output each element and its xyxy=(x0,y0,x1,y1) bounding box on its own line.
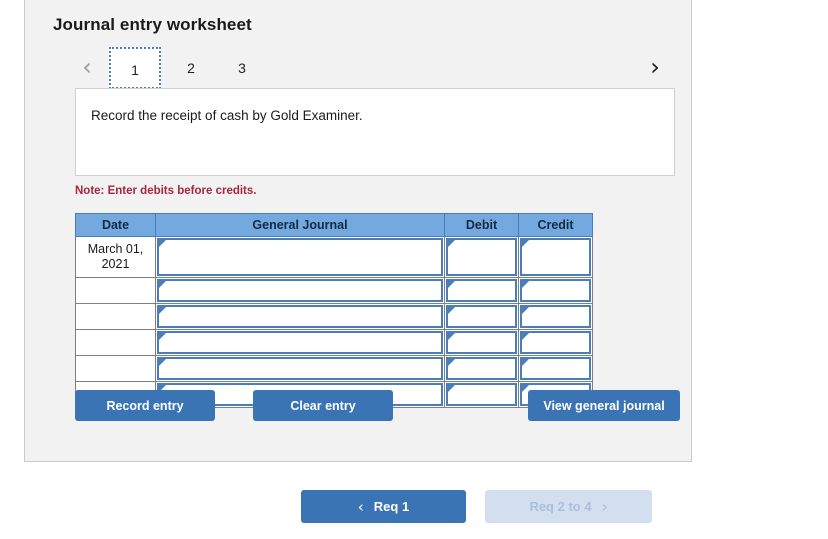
debit-cell xyxy=(444,381,519,408)
general-journal-input[interactable] xyxy=(157,331,443,354)
general-journal-cell xyxy=(155,303,445,330)
tab-3[interactable]: 3 xyxy=(216,47,268,89)
general-journal-cell xyxy=(155,236,445,278)
general-journal-input[interactable] xyxy=(157,238,443,276)
credit-cell xyxy=(518,277,593,304)
panel-content: Journal entry worksheet ‹ 1 2 3 › Record… xyxy=(53,0,680,461)
debit-input[interactable] xyxy=(446,383,517,406)
debit-input[interactable] xyxy=(446,238,517,276)
credit-input[interactable] xyxy=(520,305,591,328)
chevron-right-icon: › xyxy=(601,497,608,516)
debit-input[interactable] xyxy=(446,279,517,302)
general-journal-cell xyxy=(155,329,445,356)
instruction-text: Record the receipt of cash by Gold Exami… xyxy=(91,108,363,123)
credit-input[interactable] xyxy=(520,238,591,276)
table-row xyxy=(75,355,593,382)
general-journal-input[interactable] xyxy=(157,305,443,328)
column-header-date: Date xyxy=(75,213,156,237)
instruction-box: Record the receipt of cash by Gold Exami… xyxy=(75,88,675,176)
clear-entry-button[interactable]: Clear entry xyxy=(253,390,393,421)
credit-cell xyxy=(518,303,593,330)
debit-input[interactable] xyxy=(446,305,517,328)
column-header-general-journal: General Journal xyxy=(155,213,445,237)
general-journal-input[interactable] xyxy=(157,357,443,380)
req-2-to-4-button[interactable]: Req 2 to 4 › xyxy=(485,490,652,523)
tab-1[interactable]: 1 xyxy=(109,47,161,89)
debit-cell xyxy=(444,355,519,382)
debit-cell xyxy=(444,277,519,304)
debit-input[interactable] xyxy=(446,331,517,354)
requirement-navigation: ‹ Req 1 Req 2 to 4 › xyxy=(0,490,828,524)
worksheet-tab-strip: ‹ 1 2 3 › xyxy=(53,47,673,89)
tab-2[interactable]: 2 xyxy=(165,47,217,89)
debit-cell xyxy=(444,329,519,356)
chevron-left-icon: ‹ xyxy=(357,497,364,516)
credit-cell xyxy=(518,355,593,382)
column-header-debit: Debit xyxy=(444,213,519,237)
req-1-label: Req 1 xyxy=(373,499,410,514)
debit-cell xyxy=(444,236,519,278)
debits-before-credits-note: Note: Enter debits before credits. xyxy=(75,185,257,197)
table-row: March 01, 2021 xyxy=(75,236,593,278)
date-cell[interactable] xyxy=(75,329,156,356)
date-cell[interactable] xyxy=(75,277,156,304)
req-1-button[interactable]: ‹ Req 1 xyxy=(301,490,466,523)
date-cell[interactable] xyxy=(75,303,156,330)
date-cell[interactable] xyxy=(75,355,156,382)
general-journal-cell xyxy=(155,277,445,304)
journal-entry-panel: Journal entry worksheet ‹ 1 2 3 › Record… xyxy=(24,0,692,462)
debit-input[interactable] xyxy=(446,357,517,380)
journal-entry-table: Date General Journal Debit Credit March … xyxy=(75,213,593,408)
table-row xyxy=(75,277,593,304)
column-header-credit: Credit xyxy=(518,213,593,237)
credit-input[interactable] xyxy=(520,357,591,380)
credit-cell xyxy=(518,329,593,356)
previous-tab-icon[interactable]: ‹ xyxy=(75,52,99,82)
page-title: Journal entry worksheet xyxy=(53,15,252,34)
date-cell[interactable]: March 01, 2021 xyxy=(75,236,156,278)
record-entry-button[interactable]: Record entry xyxy=(75,390,215,421)
credit-input[interactable] xyxy=(520,331,591,354)
req-2-to-4-label: Req 2 to 4 xyxy=(529,499,592,514)
table-header-row: Date General Journal Debit Credit xyxy=(75,213,593,237)
view-general-journal-button[interactable]: View general journal xyxy=(528,390,680,421)
table-row xyxy=(75,303,593,330)
credit-input[interactable] xyxy=(520,279,591,302)
debit-cell xyxy=(444,303,519,330)
credit-cell xyxy=(518,236,593,278)
table-row xyxy=(75,329,593,356)
general-journal-cell xyxy=(155,355,445,382)
general-journal-input[interactable] xyxy=(157,279,443,302)
next-tab-icon[interactable]: › xyxy=(643,52,667,82)
